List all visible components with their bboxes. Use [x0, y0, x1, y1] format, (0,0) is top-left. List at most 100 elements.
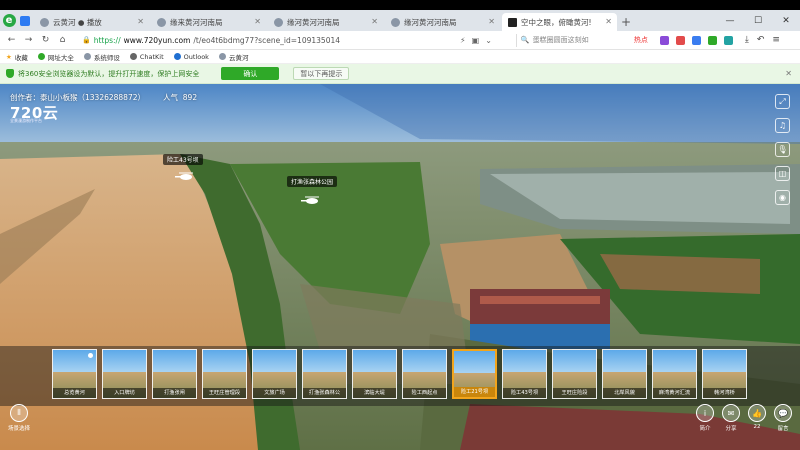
scene-thumbnail[interactable]: 总览黄河: [52, 349, 97, 399]
scene-thumbnail[interactable]: 险工21号坝: [452, 349, 497, 399]
scene-thumbnail[interactable]: 韩河湾桥: [702, 349, 747, 399]
close-window-icon[interactable]: ✕: [772, 10, 800, 31]
scene-thumbnail[interactable]: 打渔张闸: [152, 349, 197, 399]
scene-select-label: 场景选择: [8, 426, 31, 432]
bag-icon[interactable]: ▣: [472, 36, 480, 45]
download-icon[interactable]: ⤓: [745, 35, 749, 45]
title-bar: [0, 0, 800, 10]
extension-purple-icon[interactable]: [659, 35, 669, 45]
panorama-viewer[interactable]: 创作者：泰山小板猴（13326288872） 人气 892 720云 全景漫游制…: [0, 84, 800, 450]
later-button[interactable]: 暂以下再提示: [293, 67, 350, 80]
extension-red-icon[interactable]: [675, 35, 685, 45]
close-icon[interactable]: ✕: [254, 17, 261, 26]
helicopter-icon[interactable]: [301, 196, 323, 205]
scene-thumbnail[interactable]: 险工43号坝: [502, 349, 547, 399]
undo-icon[interactable]: ↶: [757, 35, 765, 45]
tab-0[interactable]: 云黄河 ● 播放 ✕: [34, 13, 149, 31]
fullscreen-icon[interactable]: ⤢: [775, 94, 790, 109]
extension-teal-icon[interactable]: [723, 35, 733, 45]
bookmark-favorites[interactable]: ★ 收藏: [6, 52, 28, 62]
scene-thumbnail[interactable]: 入口牌坊: [102, 349, 147, 399]
bookmark-label: 系统师设: [93, 53, 120, 62]
gyroscope-icon[interactable]: ◉: [775, 190, 790, 205]
thumbnail-caption: 入口牌坊: [103, 388, 146, 398]
scene-thumbnail[interactable]: 险工西起点: [402, 349, 447, 399]
current-dot-icon: [88, 353, 93, 358]
address-bar[interactable]: 🔒 https://www.720yun.com/t/eo4t6bdmg77?s…: [82, 33, 450, 47]
globe-icon: [391, 17, 400, 27]
scene-thumbnail[interactable]: 王旺庄管理段: [202, 349, 247, 399]
scene-thumbnail[interactable]: 文旅广场: [252, 349, 297, 399]
scene-thumbnail[interactable]: 滨临大堤: [352, 349, 397, 399]
share-button[interactable]: ✉ 分享: [722, 404, 740, 432]
directory-icon: [37, 53, 45, 60]
helicopter-icon[interactable]: [175, 172, 197, 181]
comment-button[interactable]: 💬 留言: [774, 404, 792, 432]
address-actions: ⚡ ▣ ⌄: [460, 36, 492, 45]
microphone-icon[interactable]: 🎙: [775, 142, 790, 157]
chevron-down-icon[interactable]: ⌄: [485, 36, 492, 45]
refresh-icon[interactable]: ↻: [38, 33, 53, 48]
bookmark-label: ChatKit: [139, 52, 164, 61]
tab-1[interactable]: 缘来黄河河南局 ✕: [151, 13, 266, 31]
scene-thumbnail[interactable]: 麻湾黄河汇流: [652, 349, 697, 399]
extensions: [659, 35, 733, 45]
extension-blue-icon[interactable]: [691, 35, 701, 45]
thumbnail-caption: 北岸风貌: [603, 388, 646, 398]
thumbnail-caption: 总览黄河: [53, 388, 96, 398]
vr-icon[interactable]: ◫: [775, 166, 790, 181]
thumb-sky: [353, 350, 396, 372]
side-toolbar: ⤢ ♫ 🎙 ◫ ◉: [775, 94, 790, 205]
bookmark-label: Outlook: [183, 52, 209, 61]
maximize-icon[interactable]: ☐: [744, 10, 772, 31]
close-icon[interactable]: ✕: [137, 17, 144, 26]
back-icon[interactable]: ←: [4, 33, 19, 48]
bookmark-chatkit[interactable]: ChatKit: [129, 52, 164, 61]
forward-icon[interactable]: →: [21, 33, 36, 48]
like-button[interactable]: 👍 22: [748, 404, 766, 432]
tab-label: 缘来黄河河南局: [170, 17, 223, 27]
browser-logo[interactable]: e: [0, 10, 18, 31]
close-icon[interactable]: ✕: [605, 17, 612, 26]
hotspot-label-43[interactable]: 险工43号坝: [163, 154, 203, 165]
url-host: www.720yun.com: [123, 35, 191, 45]
scene-thumbnail-strip: 总览黄河 入口牌坊 打渔张闸 王旺庄管理段 文旅广场 打渔张森林公 滨临大堤 险工西起点 险工2…: [0, 346, 800, 406]
close-icon[interactable]: ✕: [488, 17, 495, 26]
tab-label: 空中之眼，俯瞰黄河!: [521, 17, 592, 27]
thumb-sky: [153, 350, 196, 372]
security-shield-icon[interactable]: [18, 10, 32, 31]
extension-green-icon[interactable]: [707, 35, 717, 45]
share-icon: ✉: [722, 404, 740, 422]
tab-label: 云黄河 ● 播放: [53, 17, 102, 27]
scene-thumbnail[interactable]: 王旺庄险段: [552, 349, 597, 399]
scene-select-button[interactable]: ⦀ 场景选择: [8, 404, 30, 432]
confirm-button[interactable]: 确认: [221, 67, 280, 80]
comment-icon: 💬: [774, 404, 792, 422]
close-icon[interactable]: ✕: [785, 69, 792, 78]
lightning-icon[interactable]: ⚡: [460, 36, 466, 45]
tab-3[interactable]: 缘河黄河河南局 ✕: [385, 13, 500, 31]
bookmark-directory[interactable]: 网址大全: [37, 52, 74, 62]
minimize-icon[interactable]: —: [716, 10, 744, 31]
bookmark-outlook[interactable]: Outlook: [173, 52, 209, 61]
search-input[interactable]: 🔍 蛋糕圈圆面这刻如: [515, 33, 628, 47]
bookmark-yunhuanghe[interactable]: 云黄河: [218, 52, 248, 62]
hot-label[interactable]: 热点: [634, 35, 648, 45]
tab-4-active[interactable]: 空中之眼，俯瞰黄河! ✕: [502, 13, 617, 31]
scene-thumbnail[interactable]: 北岸风貌: [602, 349, 647, 399]
hotspot-label-forest-park[interactable]: 打渔张森林公园: [287, 176, 338, 187]
thumb-sky: [503, 350, 546, 372]
bookmarks-bar: ★ 收藏 网址大全 系统师设 ChatKit Outlook 云黄河: [0, 50, 800, 64]
music-icon[interactable]: ♫: [775, 118, 790, 133]
tab-2[interactable]: 缘河黄河河南局 ✕: [268, 13, 383, 31]
menu-icon[interactable]: ≡: [772, 35, 780, 45]
intro-button[interactable]: i 简介: [696, 404, 714, 432]
bookmark-system[interactable]: 系统师设: [83, 52, 120, 62]
lock-icon: 🔒: [82, 36, 91, 44]
close-icon[interactable]: ✕: [371, 17, 378, 26]
globe-icon: [83, 53, 91, 60]
home-icon[interactable]: ⌂: [55, 33, 70, 48]
new-tab-button[interactable]: +: [617, 13, 635, 31]
views-count: 892: [182, 93, 198, 102]
scene-thumbnail[interactable]: 打渔张森林公: [302, 349, 347, 399]
